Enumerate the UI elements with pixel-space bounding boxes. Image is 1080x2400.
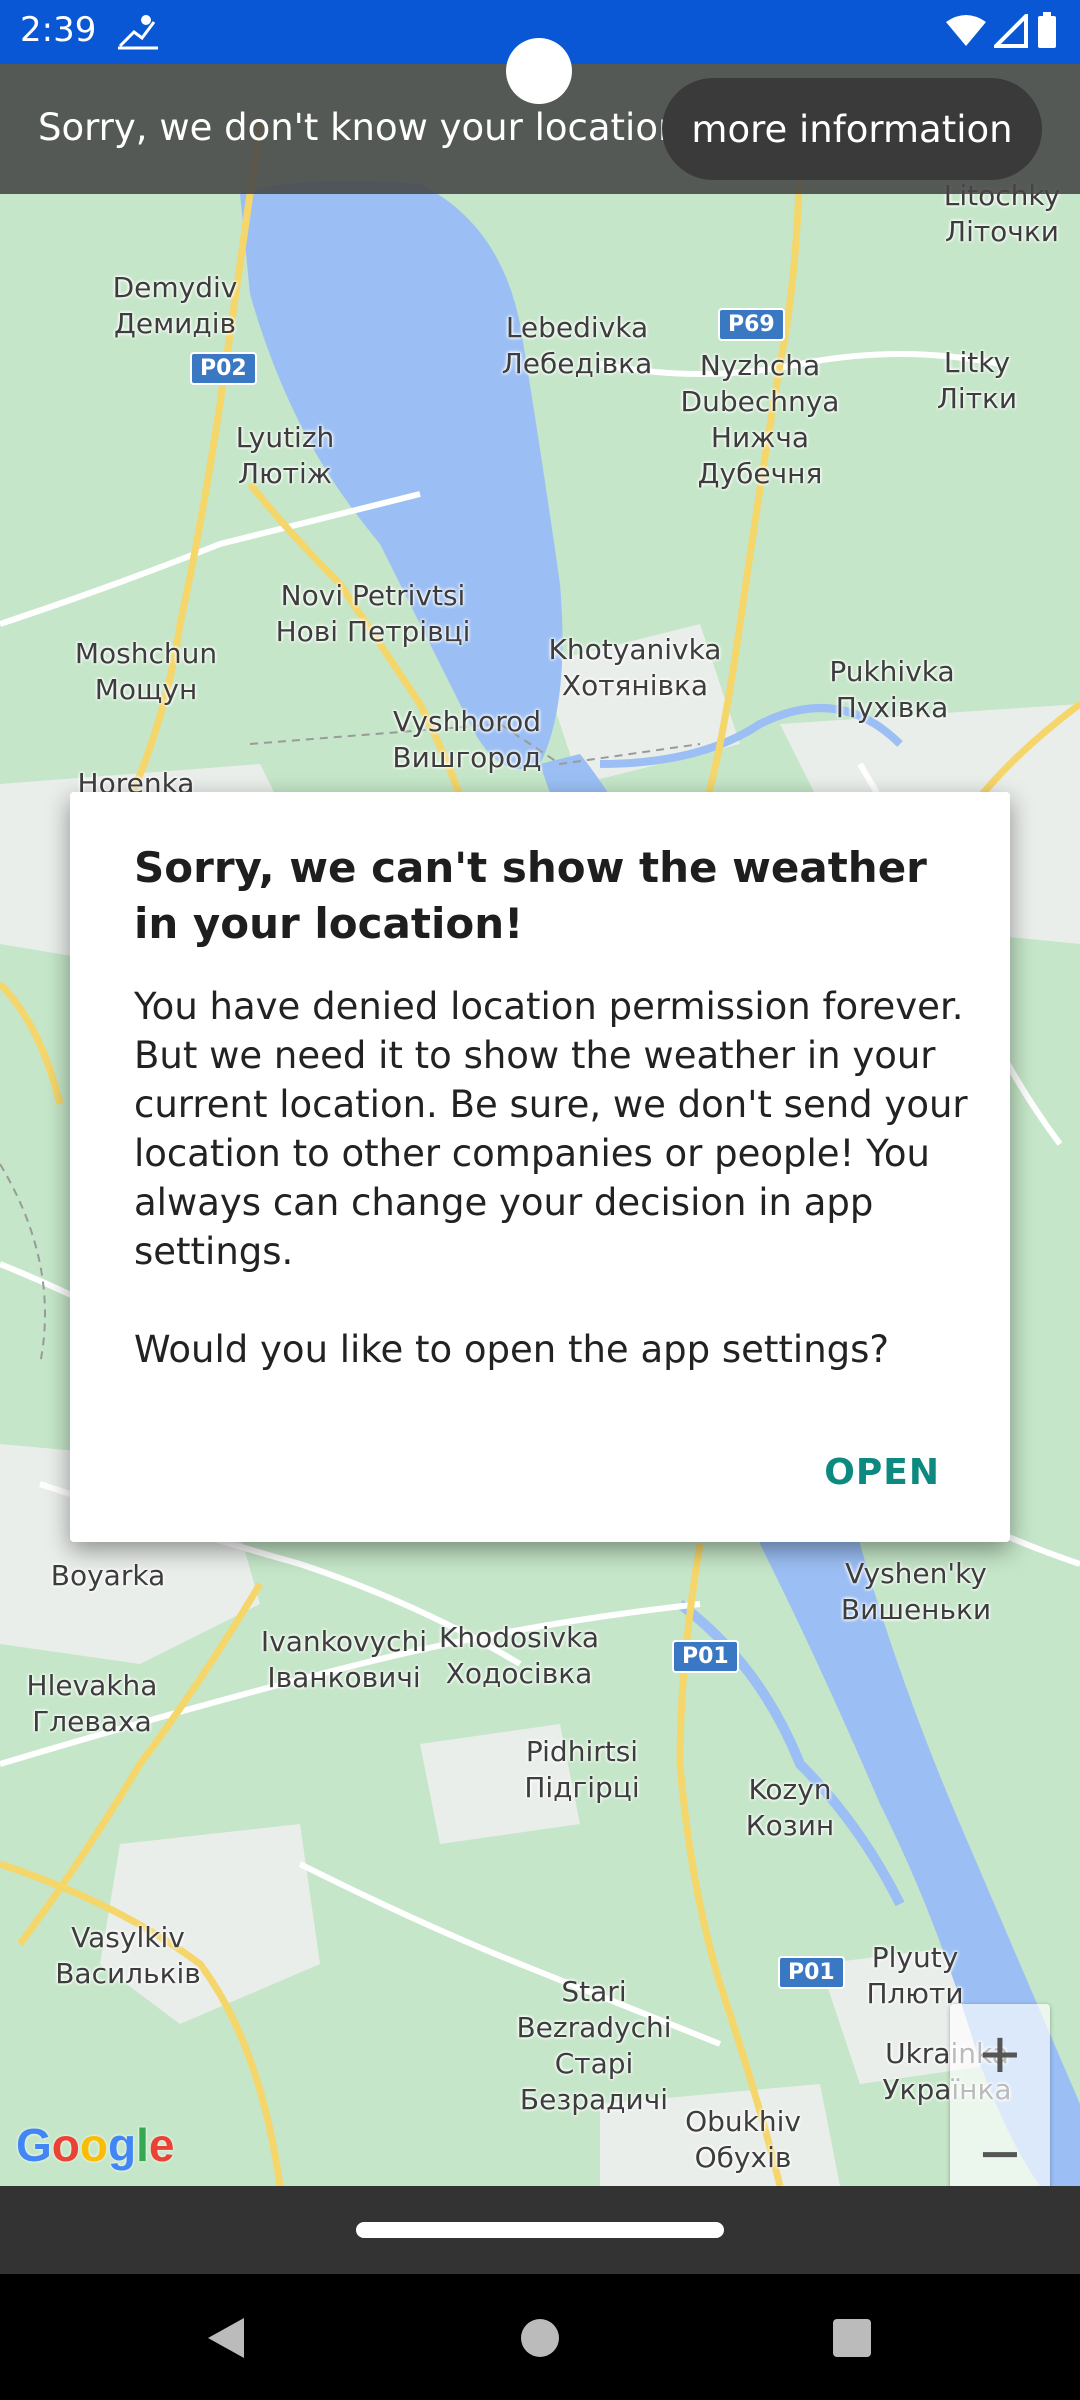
home-icon[interactable] bbox=[514, 2312, 566, 2364]
map-place-label: Pukhivka Пухівка bbox=[829, 655, 955, 724]
map-place-label: Litky Літки bbox=[936, 346, 1018, 415]
permission-dialog: Sorry, we can't show the weather in your… bbox=[70, 792, 1010, 1542]
gesture-bar bbox=[0, 2186, 1080, 2274]
wifi-icon bbox=[946, 14, 986, 53]
status-time: 2:39 bbox=[20, 10, 97, 50]
map-place-label: Moshchun Мощун bbox=[74, 637, 218, 706]
camera-cutout bbox=[506, 38, 572, 104]
zoom-controls: + − bbox=[950, 2004, 1050, 2186]
back-icon[interactable] bbox=[200, 2312, 252, 2364]
map-place-label: Nyzhcha Dubechnya Нижча Дубечня bbox=[680, 349, 840, 490]
map-place-label: Demydiv Демидів bbox=[112, 271, 238, 340]
google-logo-letter: e bbox=[148, 2119, 175, 2171]
map-place-label: Pidhirtsi Підгірці bbox=[524, 1735, 640, 1804]
map-place-label: Lyutizh Лютіж bbox=[235, 421, 335, 490]
google-logo-letter: o bbox=[51, 2119, 80, 2171]
navigation-bar bbox=[0, 2274, 1080, 2400]
map-place-label: Obukhiv Обухів bbox=[685, 2105, 801, 2174]
google-logo: Google bbox=[16, 2118, 174, 2172]
map-place-label: Novi Petrivtsi Нові Петрівці bbox=[275, 579, 471, 648]
map-place-label: Boyarka bbox=[50, 1559, 166, 1592]
map-place-label: Khodosivka Ходосівка bbox=[439, 1621, 599, 1690]
map-place-label: Hlevakha Глеваха bbox=[26, 1669, 158, 1738]
map-place-label: Lebedivka Лебедівка bbox=[501, 311, 653, 380]
zoom-in-button[interactable]: + bbox=[950, 2004, 1050, 2104]
dialog-message: You have denied location permission fore… bbox=[134, 985, 968, 1371]
map-place-label: Khotyanivka Хотянівка bbox=[548, 633, 722, 702]
battery-icon bbox=[1036, 12, 1058, 55]
road-shield: P02 bbox=[190, 352, 257, 385]
signal-icon bbox=[991, 11, 1028, 53]
map-place-label: Ivankovychi Іванковичі bbox=[260, 1625, 428, 1694]
home-gesture-handle[interactable] bbox=[356, 2222, 724, 2238]
zoom-out-button[interactable]: − bbox=[950, 2104, 1050, 2186]
map-place-label: Vasylkiv Васильків bbox=[55, 1921, 201, 1990]
google-logo-letter: g bbox=[108, 2119, 137, 2171]
banner-message: Sorry, we don't know your location, bbox=[38, 106, 694, 149]
google-logo-letter: G bbox=[16, 2119, 52, 2171]
map-place-label: Stari Bezradychi Старі Безрадичі bbox=[516, 1975, 672, 2116]
google-logo-letter: l bbox=[136, 2119, 149, 2171]
open-settings-button[interactable]: OPEN bbox=[818, 1451, 946, 1494]
dialog-title: Sorry, we can't show the weather in your… bbox=[134, 843, 927, 948]
map-place-label: Plyuty Плюти bbox=[866, 1941, 964, 2010]
map-place-label: Kozyn Козин bbox=[745, 1773, 835, 1842]
notification-icon bbox=[116, 12, 160, 52]
recents-icon[interactable] bbox=[826, 2312, 878, 2364]
road-shield: P01 bbox=[672, 1640, 739, 1673]
google-logo-letter: o bbox=[79, 2119, 108, 2171]
map-place-label: Vyshhorod Вишгород bbox=[392, 705, 542, 774]
map-place-label: Vyshen'ky Вишеньки bbox=[840, 1557, 992, 1626]
road-shield: P01 bbox=[778, 1956, 845, 1989]
road-shield: P69 bbox=[718, 308, 785, 341]
more-information-button[interactable]: more information bbox=[662, 78, 1042, 180]
